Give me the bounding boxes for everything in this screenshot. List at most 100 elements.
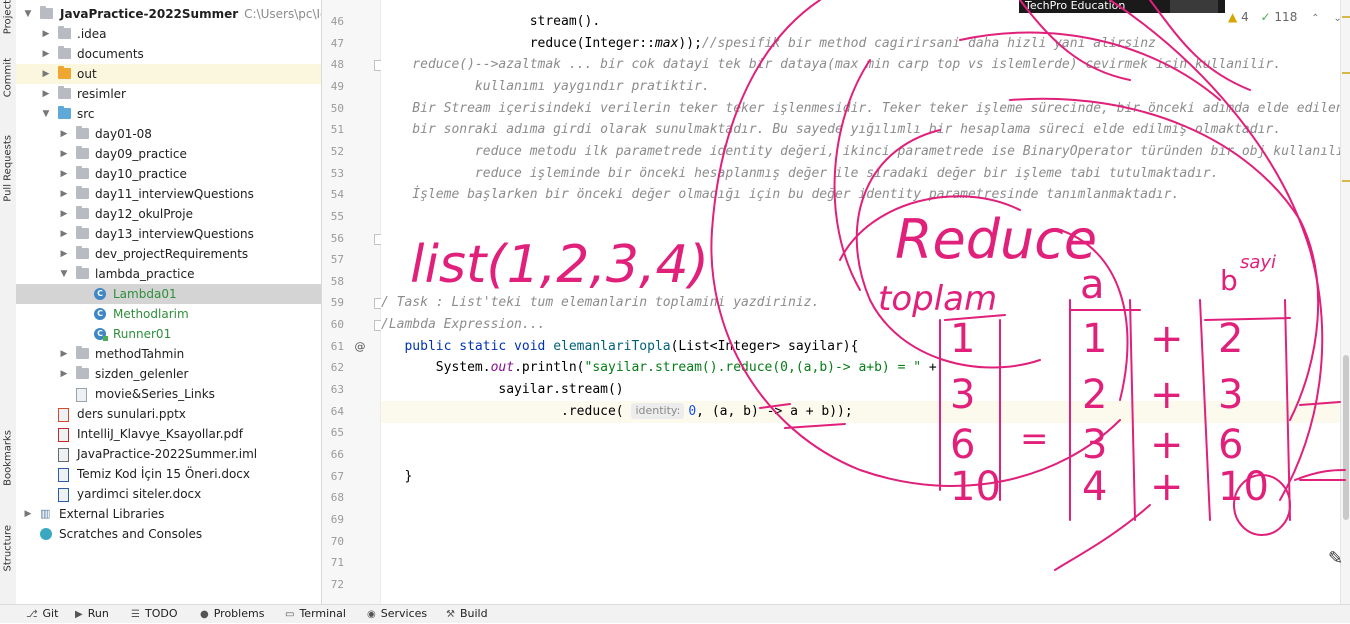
code-line[interactable]: kullanımı yaygındır pratiktir. xyxy=(381,76,710,98)
tree-item[interactable]: ▶ day01-08 xyxy=(16,124,321,144)
warning-count: 4 xyxy=(1241,10,1249,24)
build-icon: ⚒ xyxy=(446,609,455,620)
bottom-tab-services[interactable]: ◉ Services xyxy=(367,605,427,623)
chevron-right-icon[interactable]: ▶ xyxy=(59,364,69,384)
code-line[interactable]: public static void elemanlariTopla(List<… xyxy=(381,336,858,358)
bottom-tab-git[interactable]: ⎇ Git xyxy=(26,605,58,623)
chevron-right-icon[interactable]: ▶ xyxy=(59,244,69,264)
chevron-right-icon[interactable]: ▶ xyxy=(59,144,69,164)
tree-item[interactable]: ▶ day10_practice xyxy=(16,164,321,184)
tool-tab-bookmarks[interactable]: Bookmarks xyxy=(1,430,15,486)
tree-item[interactable]: ▶ day12_okulProje xyxy=(16,204,321,224)
line-number: 72 xyxy=(330,577,344,591)
docx-file-icon xyxy=(58,488,69,502)
tree-item-label: resimler xyxy=(77,87,126,101)
chevron-right-icon[interactable]: ▶ xyxy=(59,224,69,244)
bottom-tab-label: Services xyxy=(380,607,428,620)
tree-item[interactable]: ▼ src xyxy=(16,104,321,124)
tree-item[interactable]: C Lambda01 xyxy=(16,284,321,304)
tree-item[interactable]: JavaPractice-2022Summer.iml xyxy=(16,444,321,464)
tree-item[interactable]: ▶ day09_practice xyxy=(16,144,321,164)
tree-item[interactable]: ▶ sizden_gelenler xyxy=(16,364,321,384)
tree-item[interactable]: ▶ ▥ External Libraries xyxy=(16,504,321,524)
code-line[interactable]: reduce(Integer::max));//spesifik bir met… xyxy=(381,33,1156,55)
code-line[interactable]: reduce metodu ilk parametrede identity d… xyxy=(381,141,1340,163)
chevron-down-icon[interactable]: ▼ xyxy=(41,104,51,124)
code-editor[interactable]: stream(). reduce(Integer::max));//spesif… xyxy=(381,0,1340,604)
inspection-widget[interactable]: ▲ 4 ✓ 118 ⌃ ⌄ xyxy=(1228,8,1342,26)
code-line[interactable]: sayilar.stream() xyxy=(381,379,623,401)
code-line[interactable]: reduce()-->azaltmak ... bir cok datayi t… xyxy=(381,54,1281,76)
code-token: / Task : List'teki tum elemanlarin topla… xyxy=(381,295,820,311)
scroll-thumb[interactable] xyxy=(1343,355,1349,520)
code-line[interactable]: } xyxy=(381,466,412,488)
code-line[interactable]: bir sonraki adıma girdi olarak sunulmakt… xyxy=(381,119,1281,141)
code-line[interactable]: .reduce( identity: 0, (a, b) -> a + b)); xyxy=(381,400,1340,423)
chevron-right-icon[interactable]: ▶ xyxy=(23,504,33,524)
tree-item[interactable]: Temiz Kod İçin 15 Öneri.docx xyxy=(16,464,321,484)
tree-item[interactable]: ▶ day11_interviewQuestions xyxy=(16,184,321,204)
tree-item[interactable]: ▼ lambda_practice xyxy=(16,264,321,284)
tree-item[interactable]: movie&Series_Links xyxy=(16,384,321,404)
chevron-right-icon[interactable]: ▶ xyxy=(59,184,69,204)
tree-item-label: day11_interviewQuestions xyxy=(95,187,254,201)
scroll-marker xyxy=(1342,16,1350,18)
tree-item[interactable]: yardimci siteler.docx xyxy=(16,484,321,504)
tool-tab-label: Pull Requests xyxy=(2,135,14,202)
override-annotation-icon[interactable]: @ xyxy=(353,340,367,353)
webcam-caption: TechPro Education xyxy=(1025,0,1126,12)
tree-item-label: External Libraries xyxy=(59,507,165,521)
code-token: İşleme başlarken bir önceki değer olmadı… xyxy=(381,187,1180,203)
tree-item[interactable]: C Runner01 xyxy=(16,324,321,344)
chevron-right-icon[interactable]: ▶ xyxy=(41,64,51,84)
tool-tab-commit[interactable]: Commit xyxy=(1,58,15,97)
code-line[interactable]: Bir Stream içerisindeki verilerin teker … xyxy=(381,98,1340,120)
code-line[interactable]: stream(). xyxy=(381,11,600,33)
tree-item[interactable]: ▶ day13_interviewQuestions xyxy=(16,224,321,244)
bottom-tab-build[interactable]: ⚒ Build xyxy=(446,605,488,623)
tree-item-label: src xyxy=(77,107,95,121)
chevron-right-icon[interactable]: ▶ xyxy=(59,124,69,144)
code-line[interactable]: reduce işleminde bir önceki hesaplanmış … xyxy=(381,163,1219,185)
code-line[interactable]: /Lambda Expression... xyxy=(381,314,545,336)
tree-item[interactable]: IntelliJ_Klavye_Ksayollar.pdf xyxy=(16,424,321,444)
code-line[interactable]: / Task : List'teki tum elemanlarin topla… xyxy=(381,292,819,314)
tree-item[interactable]: C Methodlarim xyxy=(16,304,321,324)
chevron-up-icon[interactable]: ⌃ xyxy=(1311,13,1319,24)
tree-root[interactable]: ▼ JavaPractice-2022Summer C:\Users\pc\Idea… xyxy=(16,4,321,24)
chevron-right-icon[interactable]: ▶ xyxy=(41,24,51,44)
tree-item[interactable]: ▶ methodTahmin xyxy=(16,344,321,364)
tree-item[interactable]: ▶ dev_projectRequirements xyxy=(16,244,321,264)
chevron-right-icon[interactable]: ▶ xyxy=(59,344,69,364)
tree-item[interactable]: ▶ .idea xyxy=(16,24,321,44)
code-line[interactable]: System.out.println("sayilar.stream().red… xyxy=(381,357,937,379)
line-number: 47 xyxy=(330,36,344,50)
chevron-down-icon[interactable]: ▼ xyxy=(23,4,33,24)
line-number: 70 xyxy=(330,534,344,548)
line-number: 54 xyxy=(330,188,344,202)
editor-scrollbar[interactable] xyxy=(1340,0,1350,604)
line-number: 51 xyxy=(330,123,344,137)
tree-item[interactable]: ▶ out xyxy=(16,64,321,84)
chevron-down-icon[interactable]: ▼ xyxy=(59,264,69,284)
bottom-tab-todo[interactable]: ☰ TODO xyxy=(131,605,177,623)
tree-item[interactable]: ders sunulari.pptx xyxy=(16,404,321,424)
code-token: out xyxy=(490,360,515,376)
bottom-tab-terminal[interactable]: ▭ Terminal xyxy=(285,605,346,623)
code-token: elemanlariTopla xyxy=(553,338,671,354)
code-line[interactable]: İşleme başlarken bir önceki değer olmadı… xyxy=(381,184,1179,206)
tree-item[interactable]: ▶ documents xyxy=(16,44,321,64)
line-number: 68 xyxy=(330,491,344,505)
tool-tab-pull-requests[interactable]: Pull Requests xyxy=(1,135,15,202)
chevron-right-icon[interactable]: ▶ xyxy=(59,204,69,224)
chevron-right-icon[interactable]: ▶ xyxy=(41,84,51,104)
tool-tab-structure[interactable]: Structure xyxy=(1,525,15,572)
chevron-right-icon[interactable]: ▶ xyxy=(59,164,69,184)
bottom-tab-problems[interactable]: ● Problems xyxy=(200,605,264,623)
chevron-right-icon[interactable]: ▶ xyxy=(41,44,51,64)
tool-tab-project[interactable]: Project xyxy=(1,0,15,34)
folder-icon xyxy=(76,246,89,259)
tree-item[interactable]: Scratches and Consoles xyxy=(16,524,321,544)
bottom-tab-run[interactable]: ▶ Run xyxy=(75,605,109,623)
tree-item[interactable]: ▶ resimler xyxy=(16,84,321,104)
